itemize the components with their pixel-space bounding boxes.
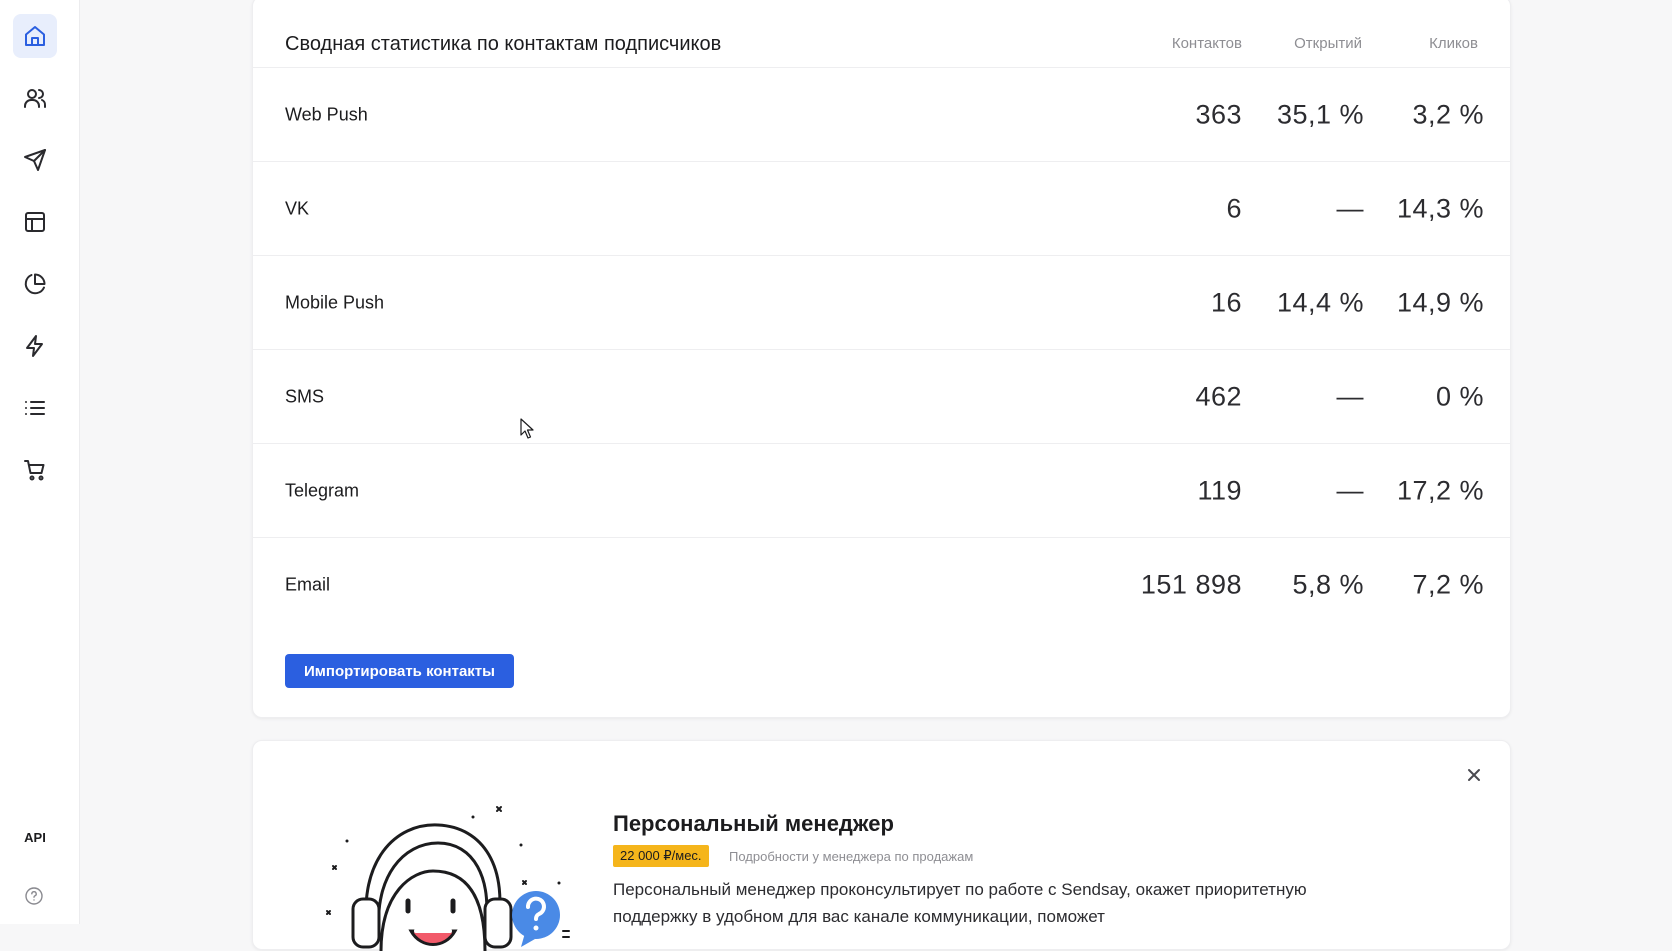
row-label: Telegram bbox=[285, 480, 360, 500]
stats-header: Сводная статистика по контактам подписчи… bbox=[253, 0, 1510, 68]
api-link[interactable]: API bbox=[13, 825, 57, 849]
cell-clicks: 7,2 % bbox=[1412, 569, 1484, 600]
cell-contacts: 6 bbox=[1226, 193, 1242, 223]
support-mascot-illustration bbox=[326, 806, 570, 951]
contacts-stats-card: Сводная статистика по контактам подписчи… bbox=[252, 0, 1511, 718]
cell-contacts: 119 bbox=[1197, 475, 1242, 505]
cell-clicks: 3,2 % bbox=[1412, 99, 1484, 129]
promo-description: Персональный менеджер проконсультирует п… bbox=[613, 880, 1307, 926]
row-label: Web Push bbox=[285, 104, 368, 124]
row-label: VK bbox=[285, 198, 310, 218]
nav-home[interactable] bbox=[13, 14, 57, 58]
cell-opens: 14,4 % bbox=[1276, 287, 1364, 317]
table-row: Mobile Push 16 14,4 % 14,9 % bbox=[253, 256, 1510, 350]
column-header-contacts: Контактов bbox=[1171, 35, 1242, 52]
cell-opens: 35,1 % bbox=[1276, 99, 1364, 129]
nav-campaigns[interactable] bbox=[13, 138, 57, 182]
close-icon[interactable] bbox=[1462, 763, 1486, 787]
cell-clicks: 17,2 % bbox=[1396, 475, 1484, 505]
nav-reports[interactable] bbox=[13, 262, 57, 306]
help-circle-icon[interactable] bbox=[24, 886, 44, 906]
personal-manager-card: Персональный менеджер 22 000 ₽/мес. Подр… bbox=[252, 740, 1511, 951]
send-icon bbox=[24, 149, 46, 171]
cell-opens: — bbox=[1336, 193, 1364, 223]
cell-clicks: 14,9 % bbox=[1396, 287, 1484, 317]
price-badge: 22 000 ₽/мес. bbox=[613, 845, 709, 867]
row-label: SMS bbox=[285, 386, 325, 406]
cell-opens: 5,8 % bbox=[1292, 569, 1364, 600]
table-row: Email 151 898 5,8 % 7,2 % bbox=[253, 538, 1510, 632]
cell-contacts: 151 898 bbox=[1140, 569, 1242, 600]
cell-clicks: 0 % bbox=[1435, 381, 1484, 411]
table-row: Web Push 363 35,1 % 3,2 % bbox=[253, 68, 1510, 162]
cell-contacts: 16 bbox=[1210, 287, 1242, 317]
stats-title: Сводная статистика по контактам подписчи… bbox=[285, 33, 722, 55]
nav-templates[interactable] bbox=[13, 200, 57, 244]
list-icon bbox=[25, 401, 45, 415]
users-icon bbox=[24, 89, 46, 108]
row-label: Mobile Push bbox=[285, 292, 385, 312]
layout-icon bbox=[25, 212, 45, 232]
home-icon bbox=[25, 26, 45, 46]
table-row: VK 6 — 14,3 % bbox=[253, 162, 1510, 256]
lightning-icon bbox=[26, 335, 43, 357]
cell-opens: — bbox=[1336, 475, 1364, 505]
promo-title: Персональный менеджер bbox=[613, 811, 894, 836]
column-header-clicks: Кликов bbox=[1429, 35, 1478, 52]
nav-shop[interactable] bbox=[13, 448, 57, 492]
cell-contacts: 363 bbox=[1195, 99, 1242, 129]
mouse-cursor-icon bbox=[520, 418, 534, 439]
nav-lists[interactable] bbox=[13, 386, 57, 430]
cell-contacts: 462 bbox=[1195, 381, 1242, 411]
table-row: SMS 462 — 0 % bbox=[253, 350, 1510, 444]
table-row: Telegram 119 — 17,2 % bbox=[253, 444, 1510, 538]
column-header-opens: Открытий bbox=[1294, 35, 1362, 52]
price-note: Подробности у менеджера по продажам bbox=[729, 849, 974, 864]
pie-chart-icon bbox=[24, 273, 46, 295]
nav-users[interactable] bbox=[13, 76, 57, 120]
import-contacts-button[interactable]: Импортировать контакты bbox=[285, 654, 514, 688]
nav-automation[interactable] bbox=[13, 324, 57, 368]
cell-opens: — bbox=[1336, 381, 1364, 411]
cell-clicks: 14,3 % bbox=[1396, 193, 1484, 223]
cart-icon bbox=[24, 460, 45, 481]
sidebar: API bbox=[0, 0, 80, 924]
row-label: Email bbox=[285, 574, 331, 595]
